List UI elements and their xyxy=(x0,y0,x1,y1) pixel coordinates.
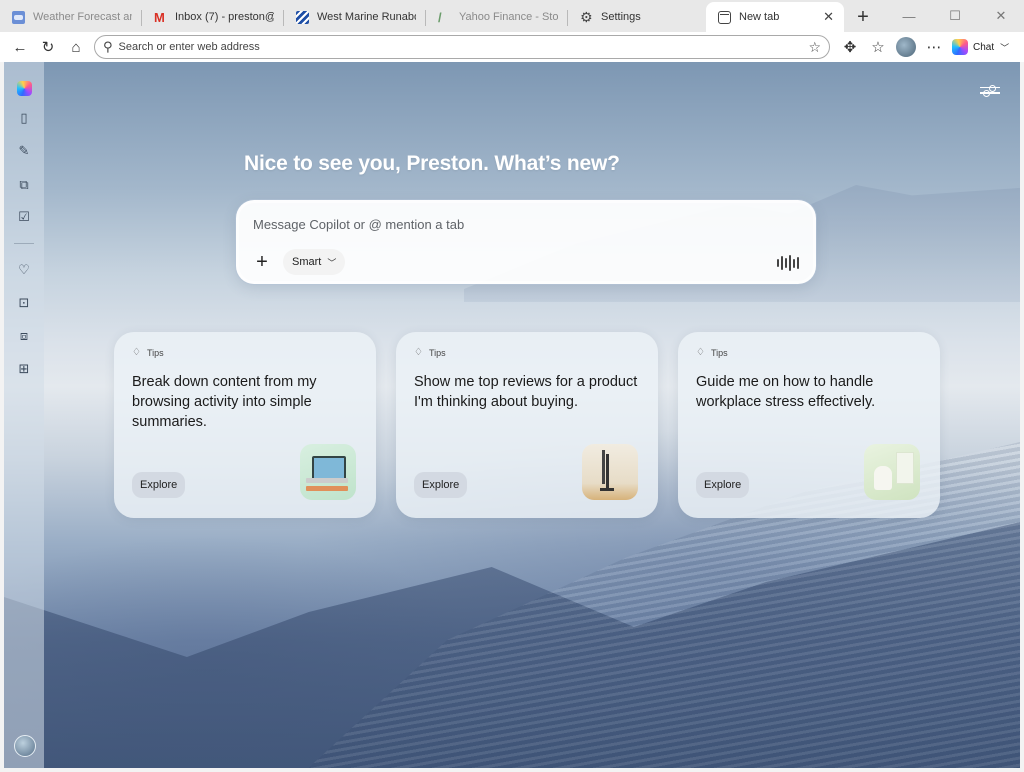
message-input[interactable]: Message Copilot or @ mention a tab xyxy=(253,217,464,232)
card-tag: ♢ Tips xyxy=(132,347,164,358)
chat-label: Chat xyxy=(973,41,995,53)
lightbulb-icon: ♢ xyxy=(132,347,141,358)
chevron-down-icon: ﹀ xyxy=(327,257,337,268)
home-icon[interactable]: ⌂ xyxy=(62,33,90,61)
explore-button[interactable]: Explore xyxy=(696,472,750,498)
tab-west-marine[interactable]: West Marine Runabout xyxy=(284,2,426,32)
extensions-icon[interactable]: ✥ xyxy=(836,33,864,61)
page-title: Nice to see you, Preston. What’s new? xyxy=(244,152,620,175)
new-tab-icon xyxy=(718,10,731,24)
close-window-icon[interactable]: ✕ xyxy=(978,0,1024,32)
tip-card[interactable]: ♢ Tips Break down content from my browsin… xyxy=(114,332,376,518)
sidebar: ▯ ✎ ⧉ ☑ ♡ ⊡ ⧈ ⊞ xyxy=(4,62,44,768)
apps-grid-icon[interactable]: ⊞ xyxy=(16,361,32,377)
tab-label: Settings xyxy=(601,11,641,23)
avatar xyxy=(896,37,916,57)
favorites-icon[interactable]: ☆ xyxy=(864,33,892,61)
card-text: Break down content from my browsing acti… xyxy=(132,374,317,430)
lightbulb-icon: ♢ xyxy=(414,347,423,358)
lightbulb-icon: ♢ xyxy=(696,347,705,358)
gear-icon: ⚙ xyxy=(580,8,593,25)
close-tab-icon[interactable]: ✕ xyxy=(823,9,834,25)
yahoo-finance-icon: / xyxy=(438,9,442,25)
search-icon: ⚲ xyxy=(103,39,113,54)
west-marine-icon xyxy=(296,10,309,24)
page-settings-icon[interactable] xyxy=(980,80,1000,100)
tab-label: New tab xyxy=(739,11,780,23)
tab-label: Yahoo Finance - Stock xyxy=(459,11,558,23)
tasks-icon[interactable]: ☑ xyxy=(16,209,32,225)
add-attachment-button[interactable]: + xyxy=(249,249,275,275)
shopping-bag-icon[interactable]: ⊡ xyxy=(16,295,32,311)
tab-strip: Weather Forecast and M Inbox (7) - prest… xyxy=(0,0,1024,32)
tab-label: Weather Forecast and xyxy=(33,11,132,23)
more-menu-icon[interactable]: ⋯ xyxy=(920,33,948,61)
favorite-star-icon[interactable]: ☆ xyxy=(808,39,821,56)
new-tab-page: ▯ ✎ ⧉ ☑ ♡ ⊡ ⧈ ⊞ Nice to see you, Preston… xyxy=(4,62,1020,768)
card-tag: ♢ Tips xyxy=(414,347,446,358)
tab-label: Inbox (7) - preston@g xyxy=(175,11,274,23)
laptop-illustration xyxy=(300,444,356,500)
compose-icon[interactable]: ✎ xyxy=(16,143,32,159)
calm-room-illustration xyxy=(864,444,920,500)
tab-weather[interactable]: Weather Forecast and xyxy=(0,2,142,32)
weather-icon xyxy=(12,10,25,24)
mode-label: Smart xyxy=(292,256,322,268)
refresh-icon[interactable]: ↻ xyxy=(34,33,62,61)
back-arrow-icon[interactable]: ← xyxy=(6,33,34,61)
card-text: Guide me on how to handle workplace stre… xyxy=(696,374,876,410)
tab-label: West Marine Runabout xyxy=(317,11,416,23)
tab-inbox[interactable]: M Inbox (7) - preston@g xyxy=(142,2,284,32)
explore-button[interactable]: Explore xyxy=(132,472,186,498)
chat-button[interactable]: Chat ﹀ xyxy=(948,39,1013,55)
copilot-icon xyxy=(952,39,968,55)
card-text: Show me top reviews for a product I'm th… xyxy=(414,374,638,410)
tab-yahoo-finance[interactable]: / Yahoo Finance - Stock xyxy=(426,2,568,32)
chat-bubbles-icon[interactable]: ⧈ xyxy=(16,328,32,344)
explore-button[interactable]: Explore xyxy=(414,472,468,498)
copilot-icon[interactable] xyxy=(16,80,32,96)
sidebar-panel-icon[interactable]: ▯ xyxy=(16,110,32,126)
tab-new-tab[interactable]: New tab ✕ xyxy=(706,2,844,32)
profile-avatar[interactable] xyxy=(892,33,920,61)
maximize-icon[interactable]: ☐ xyxy=(932,0,978,32)
address-placeholder: Search or enter web address xyxy=(118,41,260,53)
new-tab-button[interactable]: + xyxy=(848,2,878,32)
room-illustration xyxy=(582,444,638,500)
collections-icon[interactable]: ⧉ xyxy=(16,177,32,193)
tip-card[interactable]: ♢ Tips Guide me on how to handle workplac… xyxy=(678,332,940,518)
copilot-composer[interactable]: Message Copilot or @ mention a tab + Sma… xyxy=(236,200,816,284)
window-controls: — ☐ ✕ xyxy=(886,0,1024,32)
chevron-down-icon: ﹀ xyxy=(1000,42,1010,53)
minimize-icon[interactable]: — xyxy=(886,0,932,32)
health-icon[interactable]: ♡ xyxy=(16,262,32,278)
voice-input-icon[interactable] xyxy=(777,255,799,271)
card-tag: ♢ Tips xyxy=(696,347,728,358)
toolbar: ← ↻ ⌂ ⚲ Search or enter web address ☆ ✥ … xyxy=(0,32,1024,62)
address-bar[interactable]: ⚲ Search or enter web address ☆ xyxy=(94,35,830,59)
gmail-icon: M xyxy=(154,9,165,25)
mode-selector[interactable]: Smart ﹀ xyxy=(283,249,346,275)
tip-card[interactable]: ♢ Tips Show me top reviews for a product … xyxy=(396,332,658,518)
tab-settings[interactable]: ⚙ Settings xyxy=(568,2,706,32)
sidebar-divider xyxy=(14,243,34,244)
avatar[interactable] xyxy=(14,735,36,757)
